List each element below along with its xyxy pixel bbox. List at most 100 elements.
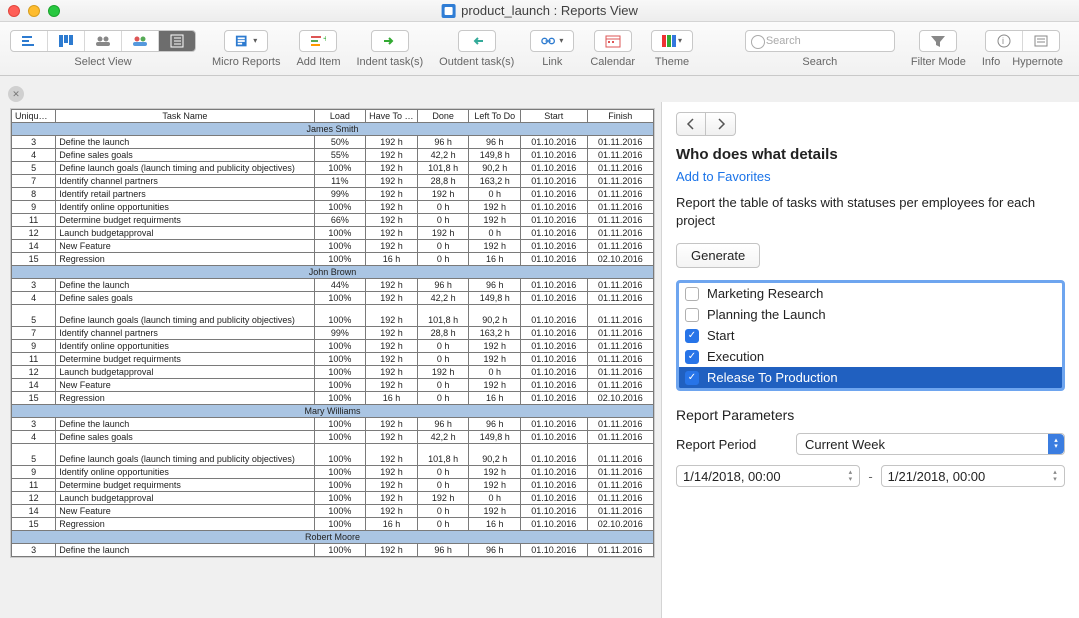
table-row[interactable]: 4Define sales goals100%192 h42,2 h149,8 … <box>12 292 654 305</box>
table-row[interactable]: 4Define sales goals100%192 h42,2 h149,8 … <box>12 431 654 444</box>
table-row[interactable]: 9Identify online opportunities100%192 h0… <box>12 340 654 353</box>
table-row[interactable]: 9Identify online opportunities100%192 h0… <box>12 466 654 479</box>
search-label: Search <box>802 56 837 68</box>
outdent-button[interactable] <box>458 30 496 52</box>
table-row[interactable]: 5Define launch goals (launch timing and … <box>12 305 654 327</box>
category-item[interactable]: Execution <box>679 346 1062 367</box>
date-from-input[interactable]: 1/14/2018, 00:00 ▴▾ <box>676 465 860 487</box>
table-row[interactable]: 9Identify online opportunities100%192 h0… <box>12 201 654 214</box>
select-view-segmented[interactable] <box>10 30 196 52</box>
table-row[interactable]: 8Identify retail partners99%192 h192 h0 … <box>12 188 654 201</box>
group-header[interactable]: John Brown <box>12 266 654 279</box>
col-finish[interactable]: Finish <box>587 110 654 123</box>
table-row[interactable]: 4Define sales goals55%192 h42,2 h149,8 h… <box>12 149 654 162</box>
table-row[interactable]: 3Define the launch100%192 h96 h96 h01.10… <box>12 544 654 557</box>
stepper-icon[interactable]: ▴▾ <box>843 468 857 484</box>
table-row[interactable]: 12Launch budgetapproval100%192 h192 h0 h… <box>12 492 654 505</box>
table-row[interactable]: 3Define the launch50%192 h96 h96 h01.10.… <box>12 136 654 149</box>
category-item[interactable]: Planning the Launch <box>679 304 1062 325</box>
view-team-button[interactable] <box>85 31 122 51</box>
col-left[interactable]: Left To Do <box>469 110 521 123</box>
table-row[interactable]: 11Determine budget requirments100%192 h0… <box>12 479 654 492</box>
table-row[interactable]: 5Define launch goals (launch timing and … <box>12 162 654 175</box>
col-start[interactable]: Start <box>521 110 587 123</box>
checkbox[interactable] <box>685 350 699 364</box>
category-label: Start <box>707 328 734 343</box>
category-item[interactable]: Marketing Research <box>679 283 1062 304</box>
table-row[interactable]: 15Regression100%16 h0 h16 h01.10.201602.… <box>12 392 654 405</box>
add-item-button[interactable]: + <box>299 30 337 52</box>
calendar-button[interactable] <box>594 30 632 52</box>
panel-description: Report the table of tasks with statuses … <box>676 194 1065 229</box>
table-row[interactable]: 3Define the launch44%192 h96 h96 h01.10.… <box>12 279 654 292</box>
params-title: Report Parameters <box>676 407 1065 423</box>
theme-button[interactable]: ▾ <box>651 30 693 52</box>
table-row[interactable]: 14New Feature100%192 h0 h192 h01.10.2016… <box>12 505 654 518</box>
table-row[interactable]: 7Identify channel partners99%192 h28,8 h… <box>12 327 654 340</box>
col-done[interactable]: Done <box>417 110 469 123</box>
svg-text:+: + <box>323 34 326 45</box>
table-row[interactable]: 14New Feature100%192 h0 h192 h01.10.2016… <box>12 379 654 392</box>
table-row[interactable]: 15Regression100%16 h0 h16 h01.10.201602.… <box>12 253 654 266</box>
add-item-label: Add Item <box>296 56 340 68</box>
maximize-window-button[interactable] <box>48 5 60 17</box>
category-label: Planning the Launch <box>707 307 826 322</box>
checkbox[interactable] <box>685 329 699 343</box>
report-pane: Unique ID Task Name Load Have To Do Done… <box>0 102 661 618</box>
group-header[interactable]: Mary Williams <box>12 405 654 418</box>
report-period-label: Report Period <box>676 437 786 452</box>
link-button[interactable]: ▾ <box>530 30 574 52</box>
col-have[interactable]: Have To Do <box>366 110 418 123</box>
search-input[interactable]: Search <box>745 30 895 52</box>
stepper-icon[interactable]: ▴▾ <box>1048 468 1062 484</box>
report-sheet: Unique ID Task Name Load Have To Do Done… <box>10 108 655 558</box>
view-gantt-button[interactable] <box>11 31 48 51</box>
col-load[interactable]: Load <box>314 110 366 123</box>
select-view-label: Select View <box>74 56 131 68</box>
checkbox[interactable] <box>685 308 699 322</box>
table-row[interactable]: 12Launch budgetapproval100%192 h192 h0 h… <box>12 366 654 379</box>
close-hint-button[interactable] <box>8 86 24 102</box>
checkbox[interactable] <box>685 371 699 385</box>
report-period-select[interactable]: Current Week <box>796 433 1065 455</box>
hypernote-label: Hypernote <box>1012 56 1063 68</box>
theme-label: Theme <box>655 56 689 68</box>
nav-prev-button[interactable] <box>676 112 706 136</box>
micro-reports-button[interactable]: ▾ <box>224 30 268 52</box>
panel-title: Who does what details <box>676 146 1065 163</box>
table-row[interactable]: 3Define the launch100%192 h96 h96 h01.10… <box>12 418 654 431</box>
col-name[interactable]: Task Name <box>56 110 314 123</box>
date-range-dash: - <box>868 469 872 484</box>
checkbox[interactable] <box>685 287 699 301</box>
table-row[interactable]: 12Launch budgetapproval100%192 h192 h0 h… <box>12 227 654 240</box>
hypernote-button[interactable] <box>1023 31 1059 51</box>
minimize-window-button[interactable] <box>28 5 40 17</box>
category-item[interactable]: Start <box>679 325 1062 346</box>
indent-button[interactable] <box>371 30 409 52</box>
table-row[interactable]: 15Regression100%16 h0 h16 h01.10.201602.… <box>12 518 654 531</box>
info-label: Info <box>982 56 1000 68</box>
col-uid[interactable]: Unique ID <box>12 110 56 123</box>
side-panel: Who does what details Add to Favorites R… <box>661 102 1079 618</box>
view-reports-button[interactable] <box>159 31 195 51</box>
group-header[interactable]: James Smith <box>12 123 654 136</box>
table-row[interactable]: 14New Feature100%192 h0 h192 h01.10.2016… <box>12 240 654 253</box>
filter-mode-button[interactable] <box>919 30 957 52</box>
generate-button[interactable]: Generate <box>676 243 760 268</box>
table-row[interactable]: 7Identify channel partners11%192 h28,8 h… <box>12 175 654 188</box>
close-window-button[interactable] <box>8 5 20 17</box>
toolbar: Select View ▾ Micro Reports + Add Item I… <box>0 22 1079 76</box>
category-item[interactable]: Release To Production <box>679 367 1062 388</box>
outdent-label: Outdent task(s) <box>439 56 514 68</box>
add-favorites-link[interactable]: Add to Favorites <box>676 169 1065 184</box>
view-people-button[interactable] <box>122 31 159 51</box>
category-list: Marketing Research Planning the Launch Sta… <box>676 280 1065 391</box>
date-to-input[interactable]: 1/21/2018, 00:00 ▴▾ <box>881 465 1065 487</box>
group-header[interactable]: Robert Moore <box>12 531 654 544</box>
table-row[interactable]: 11Determine budget requirments100%192 h0… <box>12 353 654 366</box>
info-button[interactable]: i <box>986 31 1023 51</box>
table-row[interactable]: 11Determine budget requirments66%192 h0 … <box>12 214 654 227</box>
nav-next-button[interactable] <box>706 112 736 136</box>
view-board-button[interactable] <box>48 31 85 51</box>
table-row[interactable]: 5Define launch goals (launch timing and … <box>12 444 654 466</box>
